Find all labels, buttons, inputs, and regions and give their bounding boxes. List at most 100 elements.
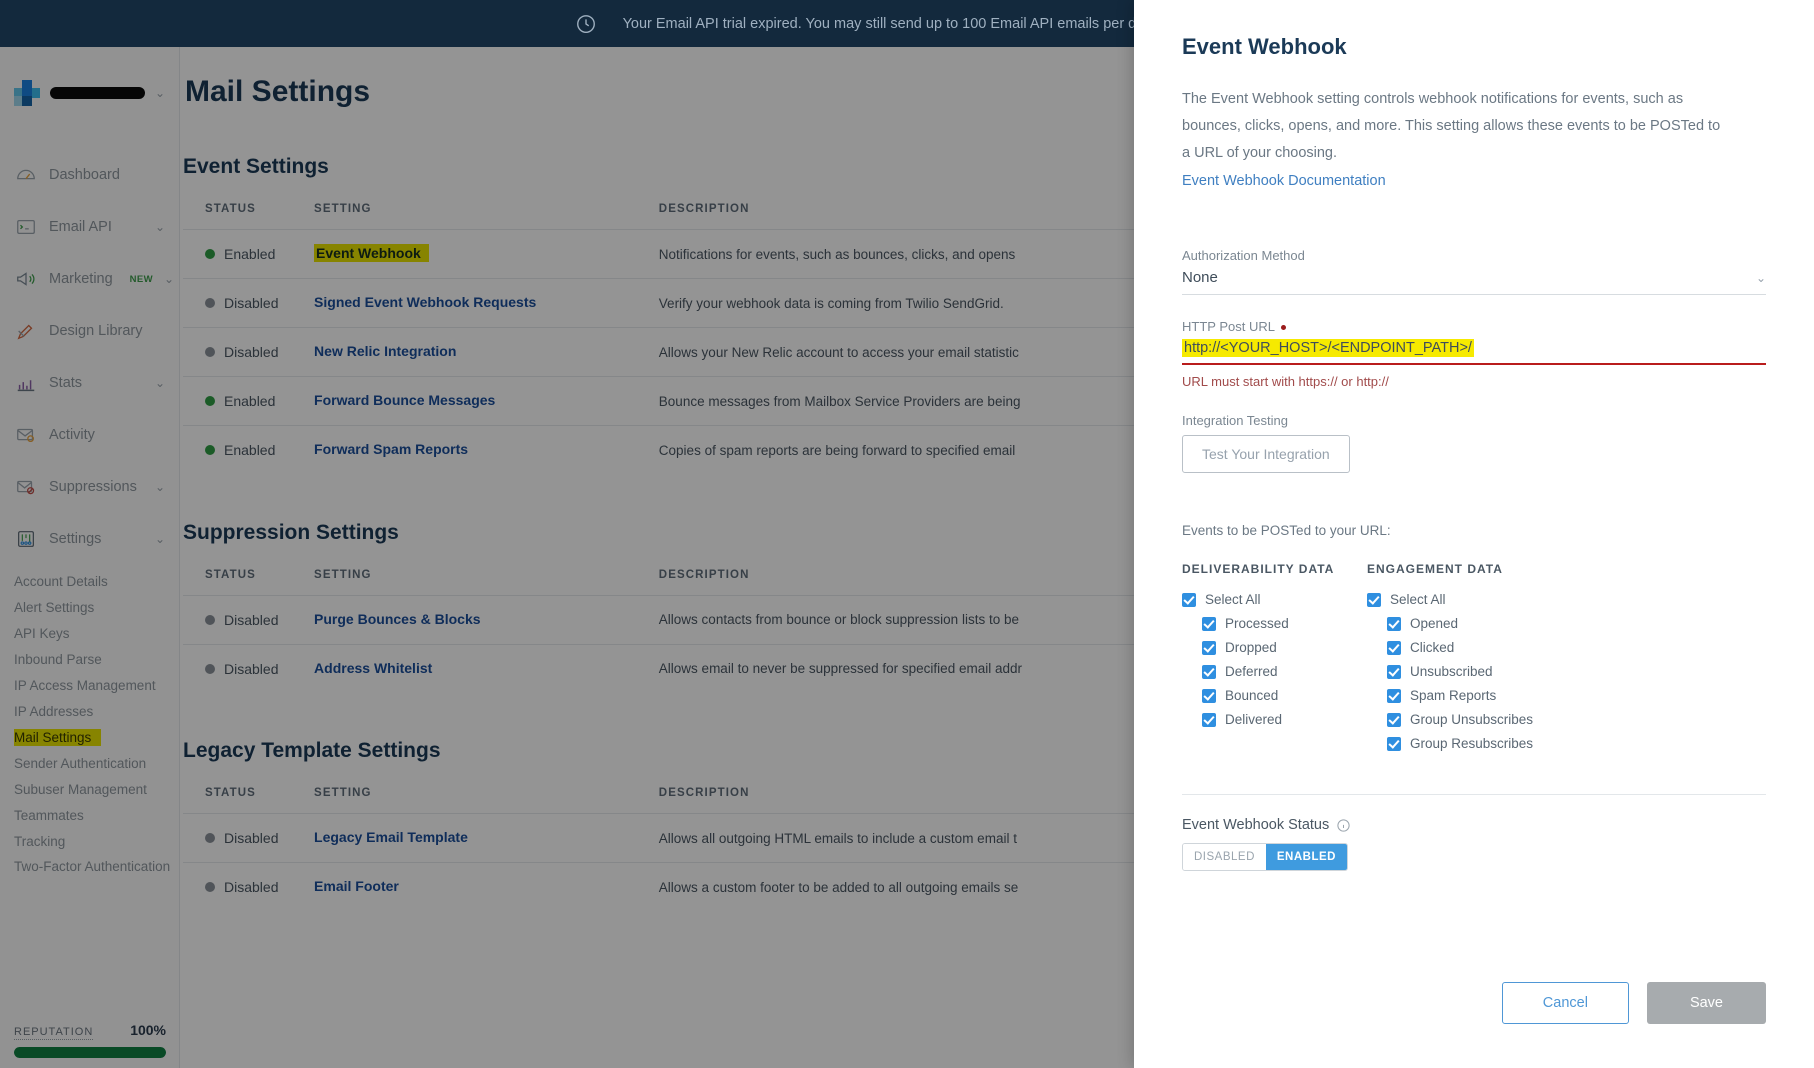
setting-link[interactable]: Legacy Email Template (314, 829, 468, 845)
engagement-checkbox-group-unsubscribes[interactable]: Group Unsubscribes (1367, 712, 1607, 727)
setting-cell: Email Footer (314, 862, 659, 912)
sidebar-item-sender-authentication[interactable]: Sender Authentication (8, 751, 179, 777)
event-webhook-panel: Event Webhook The Event Webhook setting … (1134, 0, 1814, 1068)
status-dot-icon (205, 396, 215, 406)
settings-table: STATUS SETTING DESCRIPTION Disabled Purge Bo… (183, 559, 1134, 693)
sidebar-item-teammates[interactable]: Teammates (8, 803, 179, 829)
description-cell: Allows a custom footer to be added to al… (658, 862, 1134, 912)
checkbox-icon[interactable] (1182, 592, 1196, 607)
test-your-integration-button[interactable]: Test Your Integration (1182, 435, 1350, 473)
status-dot-icon (205, 347, 215, 357)
sidebar-label: Suppressions (49, 479, 137, 495)
table-row: Disabled Signed Event Webhook Requests Ver… (183, 278, 1134, 328)
panel-divider (1182, 794, 1766, 795)
setting-link[interactable]: Signed Event Webhook Requests (314, 294, 536, 310)
cancel-button[interactable]: Cancel (1501, 982, 1629, 1024)
sidebar-item-stats[interactable]: Stats ⌄ (0, 357, 179, 409)
column-header-description: DESCRIPTION (658, 568, 750, 581)
deliverability-checkbox-processed[interactable]: Processed (1182, 616, 1367, 631)
panel-title: Event Webhook (1182, 34, 1347, 59)
http-post-url-input[interactable]: http://<YOUR_HOST>/<ENDPOINT_PATH>/ (1182, 339, 1766, 365)
checkbox-label: Select All (1390, 592, 1446, 607)
sidebar-item-ip-access-management[interactable]: IP Access Management (8, 673, 179, 699)
description-cell: Allows contacts from bounce or block sup… (658, 594, 1134, 644)
chevron-down-icon: ⌄ (154, 376, 165, 390)
checkbox-icon[interactable] (1387, 640, 1401, 655)
info-icon[interactable] (1336, 818, 1351, 833)
sidebar-item-inbound-parse[interactable]: Inbound Parse (8, 647, 179, 673)
sidebar-item-alert-settings[interactable]: Alert Settings (8, 595, 179, 621)
setting-link[interactable]: Event Webhook (314, 244, 423, 262)
setting-link[interactable]: New Relic Integration (314, 343, 456, 359)
subnav-label: Tracking (14, 834, 66, 849)
engagement-checkbox-group-resubscribes[interactable]: Group Resubscribes (1367, 736, 1607, 751)
sidebar-item-mail-settings[interactable]: Mail Settings (8, 725, 179, 751)
description-cell: Verify your webhook data is coming from … (658, 278, 1134, 328)
event-webhook-status-toggle[interactable]: DISABLED ENABLED (1182, 843, 1348, 871)
deliverability-checkbox-delivered[interactable]: Delivered (1182, 712, 1367, 727)
authorization-method-select[interactable]: None ⌄ (1182, 269, 1766, 295)
checkbox-icon[interactable] (1387, 664, 1401, 679)
sidebar-item-marketing[interactable]: Marketing NEW ⌄ (0, 253, 179, 305)
subnav-label: API Keys (14, 626, 70, 641)
sidebar-item-ip-addresses[interactable]: IP Addresses (8, 699, 179, 725)
setting-cell: Legacy Email Template (314, 813, 659, 863)
deliverability-checkbox-dropped[interactable]: Dropped (1182, 640, 1367, 655)
gauge-icon (17, 169, 35, 180)
http-post-url-label: HTTP Post URL (1182, 319, 1766, 334)
sidebar-item-dashboard[interactable]: Dashboard (0, 149, 179, 201)
status-text: Disabled (224, 660, 279, 677)
setting-link[interactable]: Purge Bounces & Blocks (314, 611, 481, 627)
checkbox-icon[interactable] (1387, 736, 1401, 751)
checkbox-icon[interactable] (1202, 712, 1216, 727)
envelope-block-icon (17, 480, 35, 495)
sidebar-item-design-library[interactable]: Design Library (0, 305, 179, 357)
setting-link[interactable]: Forward Spam Reports (314, 441, 468, 457)
checkbox-icon[interactable] (1387, 616, 1401, 631)
save-button[interactable]: Save (1646, 982, 1766, 1024)
deliverability-checkbox-deferred[interactable]: Deferred (1182, 664, 1367, 679)
deliverability-checkbox-select-all[interactable]: Select All (1182, 592, 1367, 607)
sidebar-item-activity[interactable]: Activity (0, 409, 179, 461)
sidebar-item-suppressions[interactable]: Suppressions ⌄ (0, 461, 179, 513)
event-webhook-documentation-link[interactable]: Event Webhook Documentation (1182, 173, 1386, 189)
http-post-url-error: URL must start with https:// or http:// (1182, 374, 1389, 389)
authorization-method-label: Authorization Method (1182, 248, 1305, 263)
engagement-checkbox-unsubscribed[interactable]: Unsubscribed (1367, 664, 1607, 679)
sidebar-item-subuser-management[interactable]: Subuser Management (8, 777, 179, 803)
checkbox-icon[interactable] (1202, 664, 1216, 679)
engagement-checkbox-spam-reports[interactable]: Spam Reports (1367, 688, 1607, 703)
checkbox-icon[interactable] (1202, 616, 1216, 631)
checkbox-icon[interactable] (1202, 688, 1216, 703)
checkbox-icon[interactable] (1202, 640, 1216, 655)
engagement-checkbox-clicked[interactable]: Clicked (1367, 640, 1607, 655)
toggle-option-enabled[interactable]: ENABLED (1265, 844, 1347, 870)
checkbox-label: Group Resubscribes (1410, 736, 1534, 751)
sidebar-item-tracking[interactable]: Tracking (8, 829, 179, 855)
checkbox-label: Group Unsubscribes (1410, 712, 1534, 727)
engagement-checkbox-opened[interactable]: Opened (1367, 616, 1607, 631)
settings-sections: Event Settings STATUS SETTING DESCRIPTION En… (183, 155, 1134, 912)
checkbox-icon[interactable] (1387, 688, 1401, 703)
checkbox-label: Clicked (1410, 640, 1455, 655)
sidebar-item-two-factor-authentication[interactable]: Two-Factor Authentication (8, 855, 179, 879)
subnav-label-highlighted: Mail Settings (14, 729, 92, 746)
chevron-down-icon: ⌄ (154, 532, 165, 546)
status-dot-icon (205, 445, 215, 456)
account-switcher[interactable]: ⌄ (0, 47, 179, 139)
sidebar-item-account-details[interactable]: Account Details (8, 569, 179, 595)
page-title: Mail Settings (185, 75, 371, 108)
status-cell: Enabled (183, 229, 315, 279)
sidebar-item-api-keys[interactable]: API Keys (8, 621, 179, 647)
setting-link[interactable]: Address Whitelist (314, 660, 432, 676)
setting-link[interactable]: Forward Bounce Messages (314, 392, 495, 408)
toggle-option-disabled[interactable]: DISABLED (1183, 844, 1266, 870)
sidebar-item-email-api[interactable]: Email API ⌄ (0, 201, 179, 253)
sidebar-item-settings[interactable]: Settings ⌄ (0, 513, 179, 565)
engagement-checkbox-select-all[interactable]: Select All (1367, 592, 1607, 607)
deliverability-checkbox-bounced[interactable]: Bounced (1182, 688, 1367, 703)
integration-testing-field: Integration Testing Test Your Integratio… (1182, 413, 1766, 473)
checkbox-icon[interactable] (1387, 712, 1401, 727)
setting-link[interactable]: Email Footer (314, 878, 399, 894)
checkbox-icon[interactable] (1367, 592, 1381, 607)
